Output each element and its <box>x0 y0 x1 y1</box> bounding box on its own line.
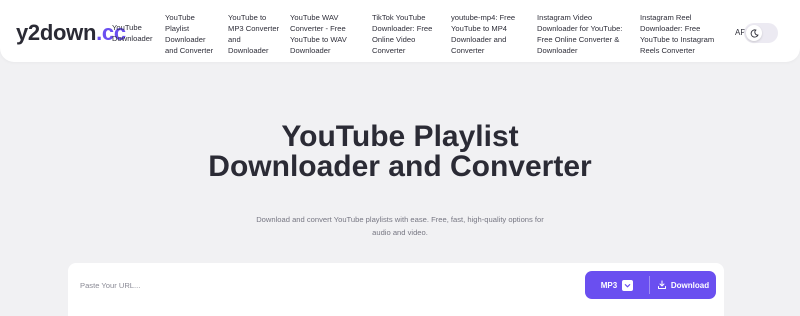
nav-link-mp3-converter[interactable]: YouTube to MP3 Converter and Downloader <box>228 12 282 56</box>
url-input[interactable] <box>80 277 580 293</box>
download-icon <box>657 280 666 289</box>
page-title: YouTube Playlist Downloader and Converte… <box>208 120 592 183</box>
logo-wordmark: y2down <box>16 20 97 45</box>
toggle-knob <box>746 25 762 41</box>
chevron-down-icon <box>622 279 634 291</box>
action-bar: MP3 Download <box>585 271 716 299</box>
download-button[interactable]: Download <box>650 271 716 299</box>
url-search-card: MP3 Download <box>68 263 724 316</box>
nav-link-instagram-video-downloader[interactable]: Instagram Video Downloader for YouTube: … <box>537 12 627 56</box>
logo[interactable]: y2down.cc <box>16 20 126 46</box>
format-select-label: MP3 <box>600 280 618 290</box>
theme-toggle[interactable] <box>744 23 778 43</box>
moon-icon <box>750 28 759 38</box>
nav-link-playlist-downloader[interactable]: YouTube Playlist Downloader and Converte… <box>165 12 217 56</box>
nav-link-instagram-reel-downloader[interactable]: Instagram Reel Downloader: Free YouTube … <box>640 12 724 56</box>
nav-link-tiktok-downloader[interactable]: TikTok YouTube Downloader: Free Online V… <box>372 12 434 56</box>
page-subtitle: Download and convert YouTube playlists w… <box>256 215 544 237</box>
nav-link-mp4-downloader[interactable]: youtube-mp4: Free YouTube to MP4 Downloa… <box>451 12 523 56</box>
download-button-label: Download <box>670 280 710 290</box>
nav-link-wav-converter[interactable]: YouTube WAV Converter - Free YouTube to … <box>290 12 358 56</box>
nav-link-youtube-downloader[interactable]: YouTube Downloader <box>112 22 158 44</box>
top-navbar: y2down.cc YouTube Downloader YouTube Pla… <box>0 0 800 62</box>
format-select[interactable]: MP3 <box>585 271 649 299</box>
